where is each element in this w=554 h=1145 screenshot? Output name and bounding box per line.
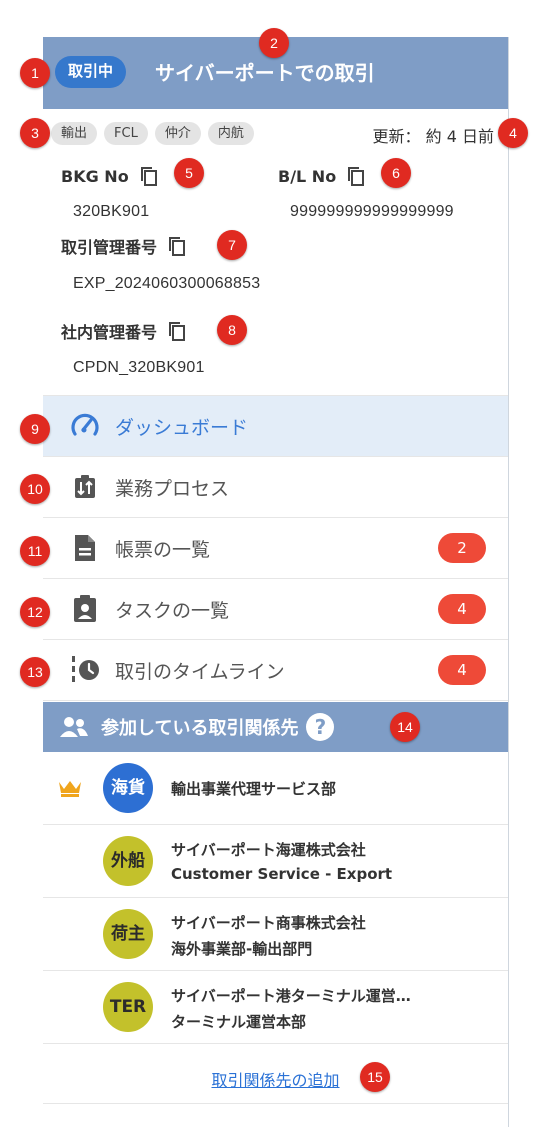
bl-value: 999999999999999999 xyxy=(290,203,454,220)
annotation-marker-14: 14 xyxy=(390,712,420,742)
partners-header: 参加している取引関係先 ? xyxy=(43,702,508,752)
annotation-marker-15: 15 xyxy=(360,1062,390,1092)
trade-mgmt-value: EXP_2024060300068853 xyxy=(73,275,261,292)
divider xyxy=(43,1103,508,1104)
trade-mgmt-label-row: 取引管理番号 xyxy=(61,234,187,258)
trade-sidebar: 取引中 サイバーポートでの取引 輸出 FCL 仲介 内航 更新： 約 4 日前 … xyxy=(43,37,509,1127)
tag-brokerage: 仲介 xyxy=(154,122,201,145)
annotation-marker-10: 10 xyxy=(20,474,50,504)
annotation-marker-2: 2 xyxy=(259,28,289,58)
partner-name: サイバーポート港ターミナル運営… xyxy=(171,987,411,1005)
count-badge: 4 xyxy=(438,655,486,685)
partner-name: サイバーポート海運株式会社 xyxy=(171,841,366,859)
copy-icon[interactable] xyxy=(167,235,187,257)
copy-icon[interactable] xyxy=(139,165,159,187)
menu-item-dashboard[interactable]: ダッシュボード xyxy=(43,395,508,457)
status-badge: 取引中 xyxy=(55,56,127,88)
annotation-marker-7: 7 xyxy=(217,230,247,260)
trade-mgmt-label: 取引管理番号 xyxy=(61,238,158,257)
help-icon[interactable]: ? xyxy=(306,713,335,741)
annotation-marker-6: 6 xyxy=(381,158,411,188)
menu-item-label: タスクの一覧 xyxy=(115,599,230,622)
partner-dept: 海外事業部-輸出部門 xyxy=(171,940,313,958)
bkg-value: 320BK901 xyxy=(73,203,150,220)
partner-row[interactable]: 荷主 サイバーポート商事株式会社 海外事業部-輸出部門 xyxy=(43,898,508,971)
annotation-marker-5: 5 xyxy=(174,158,204,188)
clipboard-user-icon xyxy=(68,592,102,626)
partner-row[interactable]: TER サイバーポート港ターミナル運営… ターミナル運営本部 xyxy=(43,971,508,1044)
copy-icon[interactable] xyxy=(346,165,366,187)
timeline-clock-icon xyxy=(68,653,102,687)
internal-mgmt-label: 社内管理番号 xyxy=(61,323,158,342)
annotation-marker-11: 11 xyxy=(20,536,50,566)
tag-fcl: FCL xyxy=(104,122,148,145)
partners-title: 参加している取引関係先 xyxy=(101,718,299,739)
annotation-marker-9: 9 xyxy=(20,414,50,444)
partner-dept: ターミナル運営本部 xyxy=(171,1013,307,1031)
annotation-marker-4: 4 xyxy=(498,118,528,148)
crown-icon xyxy=(59,781,81,797)
menu-item-timeline[interactable]: 取引のタイムライン 4 xyxy=(43,640,508,701)
menu-item-label: 帳票の一覧 xyxy=(115,538,211,561)
menu-item-tasks[interactable]: タスクの一覧 4 xyxy=(43,579,508,640)
group-icon xyxy=(60,717,88,737)
add-partner-link[interactable]: 取引関係先の追加 xyxy=(43,1067,508,1091)
partner-name: サイバーポート商事株式会社 xyxy=(171,914,366,932)
menu-item-label: 業務プロセス xyxy=(115,477,230,500)
avatar: 海貨 xyxy=(103,763,153,813)
annotation-marker-3: 3 xyxy=(20,118,50,148)
avatar: 外船 xyxy=(103,836,153,886)
tag-list: 輸出 FCL 仲介 内航 xyxy=(51,122,254,145)
menu-item-process[interactable]: 業務プロセス xyxy=(43,457,508,518)
bkg-label-row: BKG No xyxy=(61,165,159,187)
process-icon xyxy=(68,470,102,504)
annotation-marker-1: 1 xyxy=(20,58,50,88)
menu-item-label: 取引のタイムライン xyxy=(115,660,285,683)
updated-timestamp: 更新： 約 4 日前 xyxy=(372,127,494,146)
partner-name: 輸出事業代理サービス部 xyxy=(171,780,337,798)
menu-item-label: ダッシュボード xyxy=(115,416,249,439)
tag-domestic: 内航 xyxy=(207,122,254,145)
avatar: 荷主 xyxy=(103,909,153,959)
annotation-marker-12: 12 xyxy=(20,597,50,627)
count-badge: 2 xyxy=(438,533,486,563)
page-title: サイバーポートでの取引 xyxy=(155,61,375,85)
partner-row[interactable]: 外船 サイバーポート海運株式会社 Customer Service - Expo… xyxy=(43,825,508,898)
annotation-marker-13: 13 xyxy=(20,657,50,687)
avatar: TER xyxy=(103,982,153,1032)
count-badge: 4 xyxy=(438,594,486,624)
internal-mgmt-value: CPDN_320BK901 xyxy=(73,359,205,376)
partner-row[interactable]: 海貨 輸出事業代理サービス部 xyxy=(43,752,508,825)
tag-export: 輸出 xyxy=(51,122,98,145)
document-icon xyxy=(68,531,102,565)
partner-dept: Customer Service - Export xyxy=(171,865,393,883)
internal-mgmt-label-row: 社内管理番号 xyxy=(61,319,187,343)
bkg-label: BKG No xyxy=(61,166,129,186)
bl-label: B/L No xyxy=(278,166,337,186)
bl-label-row: B/L No xyxy=(278,165,366,187)
speedometer-icon xyxy=(68,409,102,443)
menu-item-documents[interactable]: 帳票の一覧 2 xyxy=(43,518,508,579)
copy-icon[interactable] xyxy=(167,320,187,342)
annotation-marker-8: 8 xyxy=(217,315,247,345)
